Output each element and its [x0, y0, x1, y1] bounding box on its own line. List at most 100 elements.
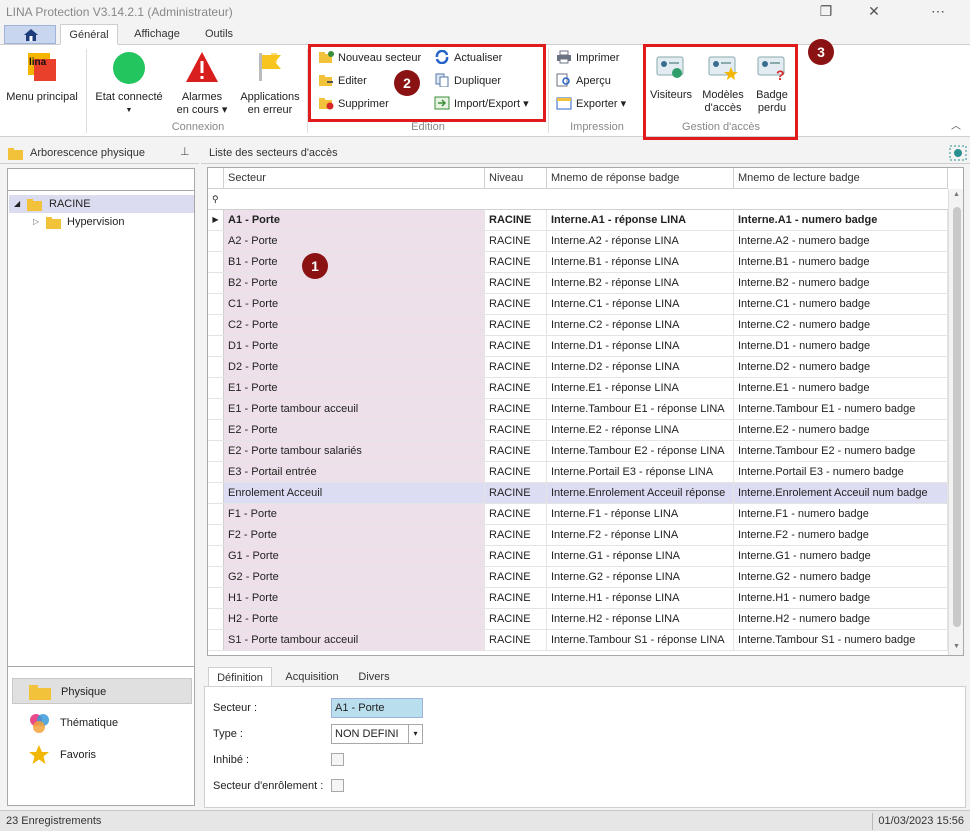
- table-row[interactable]: G1 - Porte RACINE Interne.G1 - réponse LIN…: [208, 546, 948, 567]
- table-cell[interactable]: RACINE: [485, 630, 547, 650]
- tab-affichage[interactable]: Affichage: [124, 24, 190, 45]
- type-select[interactable]: NON DEFINI ▾: [331, 724, 423, 744]
- row-indicator[interactable]: [208, 483, 224, 503]
- inhibe-checkbox[interactable]: [331, 753, 344, 766]
- collapsed-arrow-icon[interactable]: ▷: [33, 213, 39, 231]
- secteur-input[interactable]: A1 - Porte: [331, 698, 423, 718]
- table-cell[interactable]: Interne.D2 - numero badge: [734, 357, 948, 377]
- table-cell[interactable]: RACINE: [485, 420, 547, 440]
- table-cell[interactable]: RACINE: [485, 210, 547, 230]
- column-header-niveau[interactable]: Niveau: [485, 168, 547, 189]
- filter-icon[interactable]: ⚲: [212, 194, 219, 205]
- etat-connecte-button[interactable]: Etat connecté ▼: [92, 51, 166, 117]
- tab-acquisition[interactable]: Acquisition: [277, 667, 347, 688]
- table-cell[interactable]: Interne.G1 - réponse LINA: [547, 546, 734, 566]
- table-cell[interactable]: Interne.F1 - numero badge: [734, 504, 948, 524]
- row-indicator[interactable]: [208, 378, 224, 398]
- table-cell[interactable]: H1 - Porte: [224, 588, 485, 608]
- row-indicator[interactable]: [208, 504, 224, 524]
- table-row[interactable]: F1 - Porte RACINE Interne.F1 - réponse LIN…: [208, 504, 948, 525]
- row-indicator[interactable]: ▶: [208, 210, 224, 230]
- table-cell[interactable]: RACINE: [485, 462, 547, 482]
- row-indicator[interactable]: [208, 420, 224, 440]
- table-cell[interactable]: Interne.B2 - réponse LINA: [547, 273, 734, 293]
- table-cell[interactable]: Interne.Tambour E1 - numero badge: [734, 399, 948, 419]
- table-cell[interactable]: RACINE: [485, 252, 547, 272]
- table-cell[interactable]: D2 - Porte: [224, 357, 485, 377]
- table-cell[interactable]: Interne.D1 - numero badge: [734, 336, 948, 356]
- close-icon[interactable]: ✕: [864, 2, 884, 22]
- table-cell[interactable]: Interne.H2 - réponse LINA: [547, 609, 734, 629]
- table-cell[interactable]: B1 - Porte: [224, 252, 485, 272]
- pin-icon[interactable]: ⊥: [180, 145, 190, 158]
- nav-thematique[interactable]: Thématique: [12, 710, 192, 736]
- table-cell[interactable]: Interne.Portail E3 - réponse LINA: [547, 462, 734, 482]
- table-cell[interactable]: Interne.C1 - réponse LINA: [547, 294, 734, 314]
- table-cell[interactable]: C2 - Porte: [224, 315, 485, 335]
- table-cell[interactable]: RACINE: [485, 525, 547, 545]
- table-cell[interactable]: Interne.A2 - numero badge: [734, 231, 948, 251]
- row-indicator[interactable]: [208, 630, 224, 650]
- table-cell[interactable]: G1 - Porte: [224, 546, 485, 566]
- table-cell[interactable]: Interne.F1 - réponse LINA: [547, 504, 734, 524]
- table-row[interactable]: F2 - Porte RACINE Interne.F2 - réponse LIN…: [208, 525, 948, 546]
- vertical-scrollbar[interactable]: ▲ ▼: [948, 189, 963, 655]
- table-cell[interactable]: RACINE: [485, 294, 547, 314]
- table-cell[interactable]: Interne.Enrolement Acceuil réponse: [547, 483, 734, 503]
- tab-definition[interactable]: Définition: [208, 667, 272, 688]
- apercu-button[interactable]: Aperçu: [556, 72, 611, 90]
- row-indicator[interactable]: [208, 588, 224, 608]
- settings-grid-icon[interactable]: [949, 145, 967, 161]
- row-indicator[interactable]: [208, 315, 224, 335]
- table-cell[interactable]: E2 - Porte tambour salariés: [224, 441, 485, 461]
- filter-row[interactable]: ⚲: [208, 189, 948, 210]
- row-indicator[interactable]: [208, 441, 224, 461]
- column-header-secteur[interactable]: Secteur: [224, 168, 485, 189]
- table-row[interactable]: E3 - Portail entrée RACINE Interne.Portail…: [208, 462, 948, 483]
- table-cell[interactable]: S1 - Porte tambour acceuil: [224, 630, 485, 650]
- scrollbar-thumb[interactable]: [953, 207, 961, 627]
- table-cell[interactable]: D1 - Porte: [224, 336, 485, 356]
- table-row[interactable]: H1 - Porte RACINE Interne.H1 - réponse LIN…: [208, 588, 948, 609]
- table-row[interactable]: C2 - Porte RACINE Interne.C2 - réponse LIN…: [208, 315, 948, 336]
- applications-erreur-button[interactable]: Applications en erreur: [238, 51, 302, 117]
- nav-favoris[interactable]: Favoris: [12, 742, 192, 768]
- row-indicator[interactable]: [208, 294, 224, 314]
- table-row[interactable]: C1 - Porte RACINE Interne.C1 - réponse LIN…: [208, 294, 948, 315]
- table-cell[interactable]: Interne.A1 - numero badge: [734, 210, 948, 230]
- table-cell[interactable]: Interne.G2 - numero badge: [734, 567, 948, 587]
- table-cell[interactable]: Interne.B1 - réponse LINA: [547, 252, 734, 272]
- table-cell[interactable]: RACINE: [485, 378, 547, 398]
- enrolement-checkbox[interactable]: [331, 779, 344, 792]
- exporter-button[interactable]: Exporter ▾: [556, 95, 626, 113]
- table-cell[interactable]: Enrolement Acceuil: [224, 483, 485, 503]
- table-cell[interactable]: E3 - Portail entrée: [224, 462, 485, 482]
- table-cell[interactable]: Interne.D1 - réponse LINA: [547, 336, 734, 356]
- table-cell[interactable]: Interne.A2 - réponse LINA: [547, 231, 734, 251]
- table-cell[interactable]: Interne.Tambour E2 - numero badge: [734, 441, 948, 461]
- table-cell[interactable]: Interne.H1 - réponse LINA: [547, 588, 734, 608]
- table-cell[interactable]: RACINE: [485, 546, 547, 566]
- nav-physique[interactable]: Physique: [12, 678, 192, 704]
- tree-filter-input[interactable]: [8, 169, 194, 191]
- table-cell[interactable]: F1 - Porte: [224, 504, 485, 524]
- row-indicator[interactable]: [208, 273, 224, 293]
- table-row[interactable]: S1 - Porte tambour acceuil RACINE Interne.…: [208, 630, 948, 651]
- row-indicator[interactable]: [208, 609, 224, 629]
- table-cell[interactable]: Interne.C2 - numero badge: [734, 315, 948, 335]
- table-cell[interactable]: A1 - Porte: [224, 210, 485, 230]
- table-cell[interactable]: RACINE: [485, 357, 547, 377]
- row-indicator[interactable]: [208, 525, 224, 545]
- table-cell[interactable]: RACINE: [485, 315, 547, 335]
- table-cell[interactable]: RACINE: [485, 504, 547, 524]
- table-cell[interactable]: Interne.C2 - réponse LINA: [547, 315, 734, 335]
- table-cell[interactable]: RACINE: [485, 231, 547, 251]
- table-cell[interactable]: RACINE: [485, 336, 547, 356]
- table-cell[interactable]: Interne.B1 - numero badge: [734, 252, 948, 272]
- table-row[interactable]: D1 - Porte RACINE Interne.D1 - réponse LIN…: [208, 336, 948, 357]
- row-indicator[interactable]: [208, 567, 224, 587]
- restore-icon[interactable]: ❐: [816, 2, 836, 22]
- table-cell[interactable]: Interne.Tambour S1 - réponse LINA: [547, 630, 734, 650]
- column-header-mnemo-lecture[interactable]: Mnemo de lecture badge: [734, 168, 948, 189]
- imprimer-button[interactable]: Imprimer: [556, 49, 619, 67]
